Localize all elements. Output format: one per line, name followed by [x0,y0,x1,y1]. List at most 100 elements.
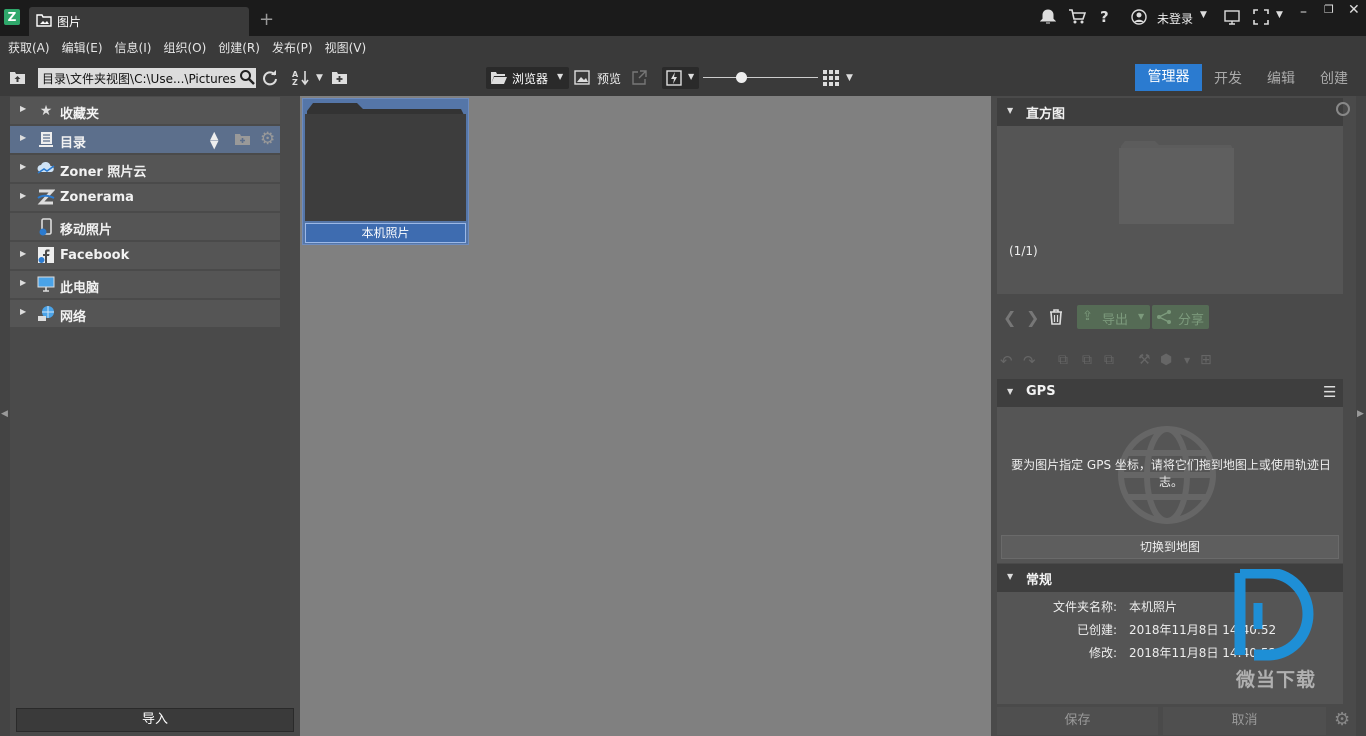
nav-item-zonerama[interactable]: ▶ Zonerama [10,184,280,212]
menu-organize[interactable]: 组织(O) [155,36,210,56]
expand-arrow-icon[interactable]: ▶ [20,307,26,316]
nav-item-mobile-photos[interactable]: 移动照片 [10,213,280,241]
add-to-icon[interactable]: ⊞ [1200,352,1212,368]
save-button[interactable]: 保存 [997,707,1158,735]
expand-arrow-icon[interactable]: ▶ [20,278,26,287]
previous-icon[interactable]: ❮ [1003,308,1016,327]
chevron-down-icon[interactable]: ▼ [1200,10,1207,20]
user-icon[interactable] [1131,9,1147,28]
gps-title: GPS [1026,384,1056,399]
image-icon [574,70,590,85]
star-icon: ★ [39,103,53,119]
monitor-icon[interactable] [1224,9,1240,28]
slider-thumb[interactable] [736,72,747,83]
export-button[interactable]: ⇪ 导出 ▼ [1077,305,1150,329]
folder-up-icon[interactable] [9,70,26,88]
sort-icon[interactable]: AZ [292,69,312,89]
nav-item-network[interactable]: ▶ 网络 [10,300,280,328]
expand-arrow-icon[interactable]: ▶ [20,133,26,142]
bell-icon[interactable] [1039,9,1057,29]
expand-arrow-icon[interactable]: ▶ [20,104,26,113]
chevron-down-icon[interactable]: ▼ [846,73,853,83]
histogram-settings-icon[interactable] [1336,102,1350,116]
menu-edit[interactable]: 编辑(E) [54,36,107,56]
tools-icon[interactable]: ⚒ [1138,352,1151,368]
share-button[interactable]: 分享 [1152,305,1209,329]
tab-pictures[interactable]: 图片 [29,7,249,36]
mode-edit-tab[interactable]: 编辑 [1267,68,1295,88]
browser-mode-button[interactable]: 浏览器 ▼ [486,67,569,89]
grid-view-icon[interactable] [823,70,839,89]
fullscreen-icon[interactable] [1253,9,1269,28]
trash-icon[interactable] [1049,309,1063,328]
nav-item-label: 目录 [60,136,87,151]
batch-icon[interactable]: ⬢ [1160,352,1172,368]
user-login-label[interactable]: 未登录 [1157,10,1193,27]
computer-icon [37,276,55,294]
menu-create[interactable]: 创建(R) [210,36,264,56]
chevron-down-icon[interactable]: ▼ [316,73,323,83]
collapse-left-icon[interactable]: ◀ [1,409,8,419]
import-button[interactable]: 导入 [16,708,294,732]
restore-icon[interactable]: ❐ [1324,3,1334,16]
mode-develop-tab[interactable]: 开发 [1214,68,1242,88]
expand-arrow-icon[interactable]: ▶ [20,191,26,200]
histogram-section-header[interactable]: ▼ 直方图 [997,98,1343,126]
chevron-down-icon: ▼ [557,72,564,81]
reorder-icon[interactable]: ▲ ▼ [210,130,218,150]
refresh-icon[interactable] [261,69,278,89]
collapse-right-icon[interactable]: ▶ [1357,409,1364,419]
mode-create-tab[interactable]: 创建 [1320,68,1348,88]
nav-item-zoner-cloud[interactable]: ▶ Zoner 照片云 [10,155,280,183]
rotate-left-icon[interactable]: ↶ [1000,352,1013,370]
quick-fix-button[interactable]: ▼ [662,67,699,89]
nav-item-this-pc[interactable]: ▶ 此电脑 [10,271,280,299]
chevron-down-icon[interactable]: ▼ [1184,356,1190,365]
menu-info[interactable]: 信息(I) [107,36,156,56]
thumbnail-size-slider[interactable] [703,77,818,78]
watermark-logo [1234,569,1314,661]
nav-item-facebook[interactable]: ▶ Facebook [10,242,280,270]
gps-section-header[interactable]: ▼ GPS ☰ [997,379,1343,407]
cancel-button[interactable]: 取消 [1163,707,1326,735]
menu-publish[interactable]: 发布(P) [264,36,317,56]
menu-view[interactable]: 视图(V) [317,36,371,56]
minimize-icon[interactable]: – [1300,4,1307,20]
created-key: 已创建: [1076,623,1117,637]
mode-manager-tab[interactable]: 管理器 [1135,64,1202,91]
move-icon[interactable]: ⧉ [1104,352,1114,368]
mobile-phone-icon [37,218,55,236]
help-icon[interactable]: ? [1100,8,1109,26]
expand-arrow-icon[interactable]: ▶ [20,249,26,258]
next-icon[interactable]: ❯ [1026,308,1039,327]
gps-message: 要为图片指定 GPS 坐标，请将它们拖到地图上或使用轨迹日志。 [1011,458,1331,489]
add-tab-icon[interactable]: + [259,9,274,30]
switch-to-map-button[interactable]: 切换到地图 [1001,535,1339,559]
folder-label[interactable]: 本机照片 [305,223,466,243]
collapse-arrow-icon[interactable]: ▼ [1007,106,1013,115]
nav-item-catalog[interactable]: ▶ 目录 ▲ ▼ ⚙ [10,126,280,154]
app-logo-icon[interactable]: Z [4,9,20,25]
close-icon[interactable]: ✕ [1348,2,1360,18]
nav-item-favorites[interactable]: ▶ ★ 收藏夹 [10,97,280,125]
menu-icon[interactable]: ☰ [1323,383,1336,401]
collapse-arrow-icon[interactable]: ▼ [1007,387,1013,396]
add-folder-icon[interactable] [234,132,251,149]
path-input[interactable]: 目录\文件夹视图\C:\Use...\Pictures [38,68,256,88]
histogram-title: 直方图 [1026,107,1066,122]
copy-icon[interactable]: ⧉ [1058,352,1068,368]
gear-icon[interactable]: ⚙ [260,129,275,149]
watermark-text: 微当下载 [1236,669,1317,691]
collapse-arrow-icon[interactable]: ▼ [1007,572,1013,581]
external-open-icon[interactable] [632,70,647,88]
expand-arrow-icon[interactable]: ▶ [20,162,26,171]
network-icon [37,305,55,323]
duplicate-icon[interactable]: ⧉ [1082,352,1092,368]
rotate-right-icon[interactable]: ↷ [1023,352,1036,370]
new-folder-icon[interactable] [331,70,348,88]
chevron-down-icon[interactable]: ▼ [1276,10,1283,20]
menu-acquire[interactable]: 获取(A) [0,36,54,56]
cart-icon[interactable] [1068,9,1087,29]
gear-icon[interactable]: ⚙ [1334,709,1350,730]
search-icon[interactable] [239,69,255,88]
